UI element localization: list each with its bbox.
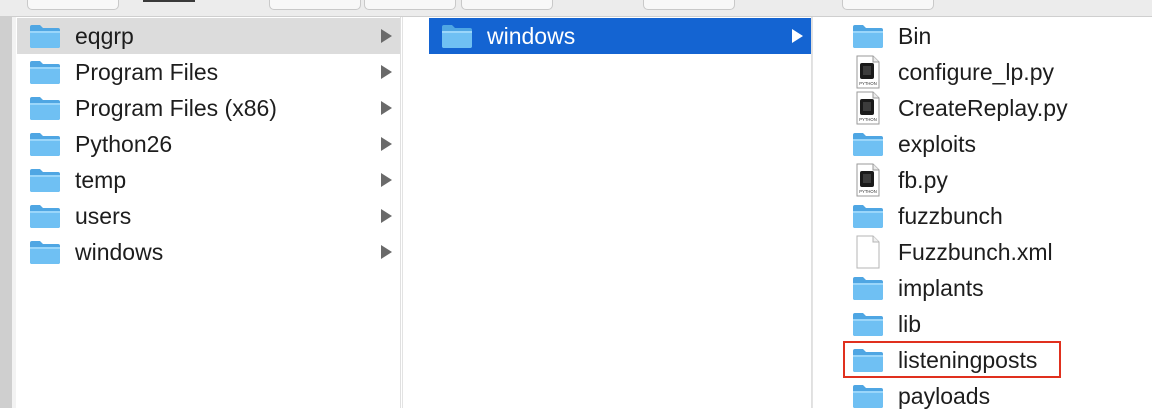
- item-label: exploits: [898, 130, 976, 157]
- folder-icon: [850, 306, 886, 342]
- folder-icon: [850, 18, 886, 54]
- folder-item-bin[interactable]: Bin: [840, 18, 1152, 54]
- file-item-fb-py[interactable]: PYTHON fb.py: [840, 162, 1152, 198]
- column-divider[interactable]: [812, 17, 841, 408]
- file-item-createreplay-py[interactable]: PYTHON CreateReplay.py: [840, 90, 1152, 126]
- folder-icon: [850, 378, 886, 414]
- folder-icon: [27, 126, 63, 162]
- folder-icon: [27, 234, 63, 270]
- file-item-configure-lp-py[interactable]: PYTHON configure_lp.py: [840, 54, 1152, 90]
- window-toolbar: [0, 0, 1152, 17]
- file-item-fuzzbunch-xml[interactable]: Fuzzbunch.xml: [840, 234, 1152, 270]
- folder-item-payloads[interactable]: payloads: [840, 378, 1152, 414]
- folder-icon: [27, 162, 63, 198]
- folder-icon: [439, 18, 475, 54]
- toolbar-button[interactable]: [643, 0, 735, 10]
- folder-icon: [850, 198, 886, 234]
- svg-text:PYTHON: PYTHON: [859, 117, 876, 122]
- toolbar-button[interactable]: [461, 0, 553, 10]
- folder-icon: [850, 270, 886, 306]
- item-label: lib: [898, 310, 922, 337]
- toolbar-button[interactable]: [27, 0, 119, 10]
- folder-item-users[interactable]: users: [17, 198, 400, 234]
- browser-column-1: eqgrp Program Files Program Files (x86) Pyt…: [17, 17, 401, 408]
- folder-item-program-files[interactable]: Program Files: [17, 54, 400, 90]
- folder-icon: [27, 90, 63, 126]
- folder-icon: [27, 198, 63, 234]
- item-label: users: [75, 202, 132, 229]
- python-file-icon: PYTHON: [850, 90, 886, 126]
- disclosure-arrow-icon: [381, 101, 392, 115]
- item-label: CreateReplay.py: [898, 94, 1068, 121]
- folder-item-windows[interactable]: windows: [429, 18, 811, 54]
- disclosure-arrow-icon: [381, 173, 392, 187]
- folder-item-python26[interactable]: Python26: [17, 126, 400, 162]
- item-label: Python26: [75, 130, 173, 157]
- disclosure-arrow-icon: [792, 29, 803, 43]
- document-icon: [850, 234, 886, 270]
- sidebar-edge: [0, 17, 12, 408]
- folder-item-eqgrp[interactable]: eqgrp: [17, 18, 400, 54]
- folder-item-exploits[interactable]: exploits: [840, 126, 1152, 162]
- toolbar-button[interactable]: [269, 0, 361, 10]
- toolbar-button[interactable]: [842, 0, 934, 10]
- item-label: temp: [75, 166, 127, 193]
- svg-text:PYTHON: PYTHON: [859, 81, 876, 86]
- item-label: windows: [75, 238, 164, 265]
- item-label: eqgrp: [75, 22, 134, 49]
- item-label: windows: [487, 22, 576, 49]
- toolbar-button[interactable]: [364, 0, 456, 10]
- browser-column-3: Bin PYTHON configure_lp.py PYTHON CreateRepl…: [840, 17, 1152, 409]
- folder-item-temp[interactable]: temp: [17, 162, 400, 198]
- column-divider[interactable]: [402, 17, 430, 408]
- folder-item-lib[interactable]: lib: [840, 306, 1152, 342]
- folder-icon: [850, 126, 886, 162]
- svg-text:PYTHON: PYTHON: [859, 189, 876, 194]
- folder-item-implants[interactable]: implants: [840, 270, 1152, 306]
- folder-icon: [850, 342, 886, 378]
- item-label: implants: [898, 274, 984, 301]
- browser-column-2: windows: [429, 17, 812, 408]
- folder-icon: [27, 18, 63, 54]
- disclosure-arrow-icon: [381, 245, 392, 259]
- disclosure-arrow-icon: [381, 137, 392, 151]
- folder-item-listeningposts[interactable]: listeningposts: [840, 342, 1152, 378]
- item-label: listeningposts: [898, 346, 1038, 373]
- folder-icon: [27, 54, 63, 90]
- folder-item-fuzzbunch[interactable]: fuzzbunch: [840, 198, 1152, 234]
- disclosure-arrow-icon: [381, 29, 392, 43]
- item-label: configure_lp.py: [898, 58, 1054, 85]
- item-label: Program Files: [75, 58, 219, 85]
- disclosure-arrow-icon: [381, 65, 392, 79]
- column-divider[interactable]: [12, 17, 16, 408]
- folder-item-windows[interactable]: windows: [17, 234, 400, 270]
- item-label: fb.py: [898, 166, 948, 193]
- folder-item-program-files-x86[interactable]: Program Files (x86): [17, 90, 400, 126]
- python-file-icon: PYTHON: [850, 54, 886, 90]
- toolbar-active-indicator: [143, 0, 195, 2]
- item-label: Fuzzbunch.xml: [898, 238, 1053, 265]
- item-label: payloads: [898, 382, 991, 409]
- item-label: Bin: [898, 22, 932, 49]
- item-label: Program Files (x86): [75, 94, 277, 121]
- item-label: fuzzbunch: [898, 202, 1003, 229]
- disclosure-arrow-icon: [381, 209, 392, 223]
- python-file-icon: PYTHON: [850, 162, 886, 198]
